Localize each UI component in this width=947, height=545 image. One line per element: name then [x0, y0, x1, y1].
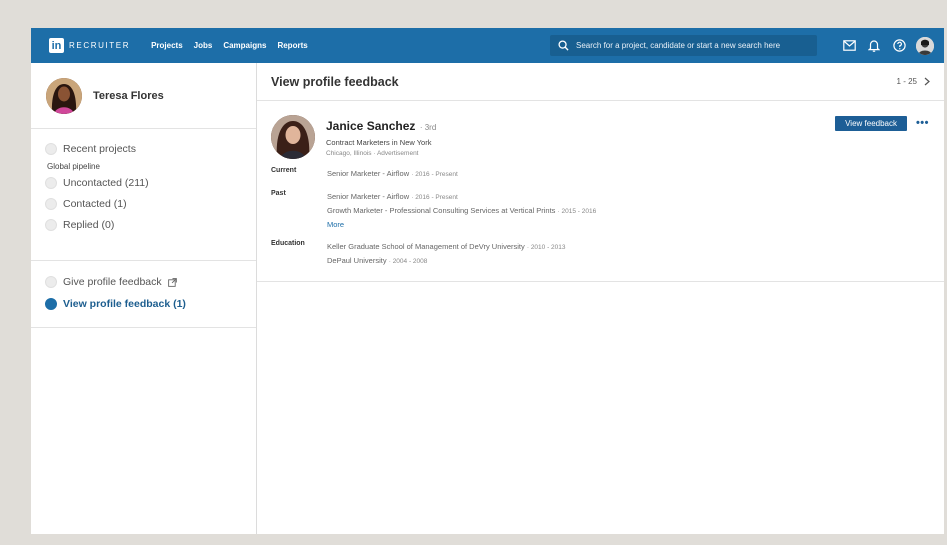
main-content: View profile feedback 1 - 25 Janice Sanc… — [257, 63, 944, 534]
candidate-avatar[interactable] — [271, 115, 315, 159]
search-placeholder: Search for a project, candidate or start… — [576, 41, 781, 50]
recruiter-app: in RECRUITER Projects Jobs Campaigns Rep… — [31, 28, 944, 534]
give-feedback-option[interactable]: Give profile feedback — [45, 276, 242, 288]
current-user: Teresa Flores — [31, 63, 256, 129]
education-row: Education Keller Graduate School of Mana… — [271, 240, 930, 268]
top-navigation: in RECRUITER Projects Jobs Campaigns Rep… — [31, 28, 944, 63]
help-icon[interactable] — [892, 39, 906, 53]
more-options-icon[interactable]: ••• — [916, 116, 929, 131]
page-title: View profile feedback — [271, 74, 399, 89]
radio-icon — [45, 219, 57, 231]
global-pipeline-heading: Global pipeline — [47, 162, 100, 171]
candidate-name[interactable]: Janice Sanchez — [326, 119, 415, 133]
past-label: Past — [271, 190, 286, 197]
nav-projects[interactable]: Projects — [151, 41, 183, 50]
past-dates: 2016 - Present — [415, 194, 458, 201]
view-feedback-button[interactable]: View feedback — [835, 116, 907, 131]
user-avatar — [46, 77, 82, 114]
education-dates: 2010 - 2013 — [530, 244, 566, 251]
view-feedback-label: View profile feedback (1) — [63, 298, 186, 310]
radio-icon — [45, 177, 57, 189]
pagination: 1 - 25 — [897, 77, 930, 86]
more-link[interactable]: More — [327, 218, 596, 231]
linkedin-logo-icon: in — [49, 38, 64, 53]
messages-icon[interactable] — [842, 39, 856, 53]
chevron-right-icon[interactable] — [924, 77, 930, 86]
replied-label: Replied (0) — [63, 219, 115, 231]
recent-projects-label: Recent projects — [63, 143, 136, 155]
candidate-card: Janice Sanchez · 3rd Contract Marketers … — [257, 101, 944, 282]
candidate-name-row: Janice Sanchez · 3rd — [326, 117, 436, 135]
notifications-bell-icon[interactable] — [867, 39, 881, 53]
education-school: Keller Graduate School of Management of … — [327, 242, 525, 251]
uncontacted-label: Uncontacted (211) — [63, 177, 149, 189]
nav-reports[interactable]: Reports — [277, 41, 307, 50]
candidate-location: Chicago, Illinois · Advertisement — [326, 150, 419, 157]
nav-jobs[interactable]: Jobs — [194, 41, 213, 50]
replied-option[interactable]: Replied (0) — [45, 219, 242, 231]
current-role: Senior Marketer - Airflow — [327, 169, 410, 178]
external-link-icon — [167, 277, 177, 287]
main-header: View profile feedback 1 - 25 — [257, 63, 944, 101]
radio-icon — [45, 198, 57, 210]
logo-text: RECRUITER — [69, 41, 131, 50]
candidate-headline: Contract Marketers in New York — [326, 138, 432, 147]
radio-selected-icon — [45, 298, 57, 310]
nav-campaigns[interactable]: Campaigns — [223, 41, 266, 50]
connection-degree: · 3rd — [419, 123, 437, 132]
recent-projects-option[interactable]: Recent projects — [45, 143, 242, 155]
past-dates: 2015 - 2016 — [561, 208, 597, 215]
search-input[interactable]: Search for a project, candidate or start… — [550, 35, 817, 56]
education-dates: 2004 - 2008 — [392, 258, 428, 265]
current-dates: 2016 - Present — [415, 171, 458, 178]
view-feedback-option[interactable]: View profile feedback (1) — [45, 298, 242, 310]
radio-icon — [45, 143, 57, 155]
user-avatar-icon[interactable] — [916, 36, 934, 55]
current-position-row: Current Senior Marketer - Airflow · 2016… — [271, 167, 930, 181]
contacted-option[interactable]: Contacted (1) — [45, 198, 242, 210]
sidebar: Teresa Flores Recent projects Global pip… — [31, 63, 257, 534]
user-name: Teresa Flores — [93, 89, 164, 102]
past-positions-row: Past Senior Marketer - Airflow · 2016 - … — [271, 190, 597, 231]
pipeline-section: Recent projects Global pipeline Uncontac… — [31, 129, 256, 261]
give-feedback-label: Give profile feedback — [63, 276, 162, 288]
feedback-section: Give profile feedback View profile feedb… — [31, 261, 256, 328]
contacted-label: Contacted (1) — [63, 198, 127, 210]
education-school: DePaul University — [327, 256, 387, 265]
uncontacted-option[interactable]: Uncontacted (211) — [45, 177, 242, 189]
past-role: Growth Marketer - Professional Consultin… — [327, 206, 556, 215]
education-label: Education — [271, 240, 305, 247]
radio-icon — [45, 276, 57, 288]
past-role: Senior Marketer - Airflow — [327, 192, 410, 201]
search-icon — [558, 40, 569, 51]
recruiter-logo[interactable]: in RECRUITER — [49, 38, 130, 53]
pagination-range: 1 - 25 — [896, 77, 917, 86]
current-label: Current — [271, 167, 297, 174]
